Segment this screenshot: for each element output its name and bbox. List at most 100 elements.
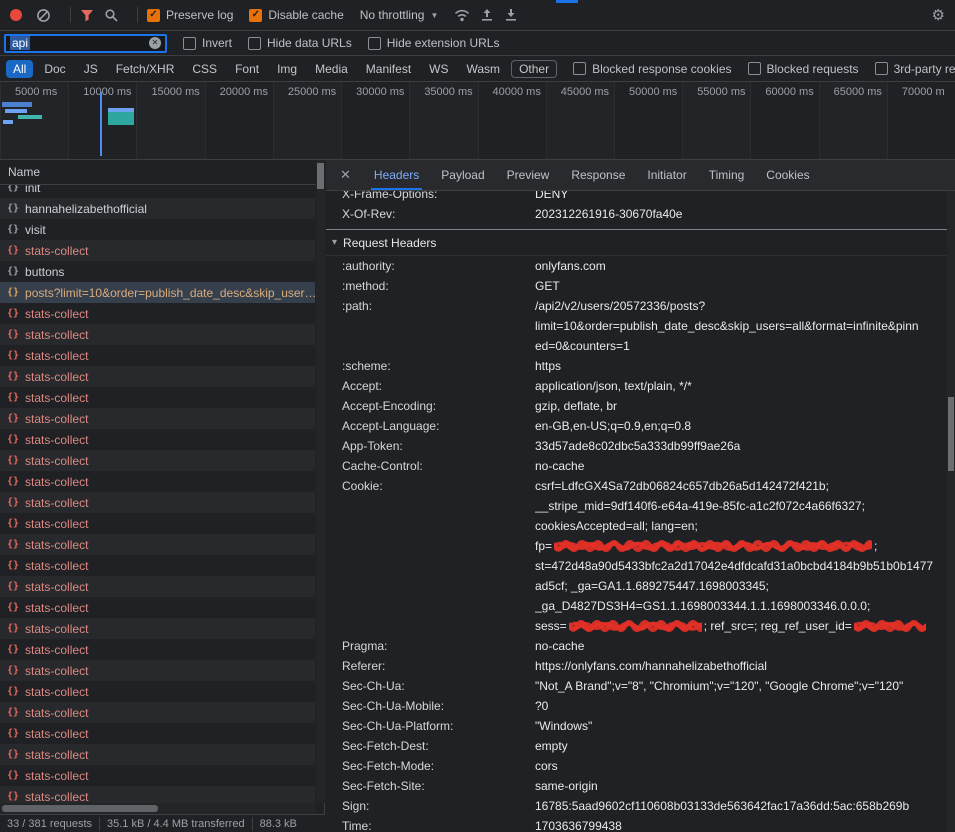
request-row[interactable]: {}buttons bbox=[0, 261, 315, 282]
request-row[interactable]: {}stats-collect bbox=[0, 387, 315, 408]
scrollbar-thumb[interactable] bbox=[948, 397, 954, 471]
request-row[interactable]: {}stats-collect bbox=[0, 765, 315, 786]
filter-chip-font[interactable]: Font bbox=[228, 60, 266, 78]
scrollbar-thumb[interactable] bbox=[317, 163, 324, 189]
settings-gear-icon[interactable]: ⚙ bbox=[932, 6, 945, 24]
header-row: Cache-Control:no-cache bbox=[342, 456, 947, 476]
request-name: stats-collect bbox=[25, 706, 88, 720]
timeline-tick-label: 10000 ms bbox=[83, 86, 131, 98]
filter-chip-fetch-xhr[interactable]: Fetch/XHR bbox=[109, 60, 182, 78]
name-column-label: Name bbox=[8, 165, 40, 179]
request-row[interactable]: {}stats-collect bbox=[0, 723, 315, 744]
clear-network-log-icon[interactable] bbox=[36, 8, 51, 23]
request-row[interactable]: {}stats-collect bbox=[0, 450, 315, 471]
tab-payload[interactable]: Payload bbox=[430, 160, 495, 190]
record-button[interactable] bbox=[10, 9, 22, 21]
status-item: 35.1 kB / 4.4 MB transferred bbox=[99, 817, 252, 831]
request-row[interactable]: {}stats-collect bbox=[0, 681, 315, 702]
request-row[interactable]: {}stats-collect bbox=[0, 240, 315, 261]
export-har-icon[interactable] bbox=[480, 8, 494, 22]
request-row[interactable]: {}stats-collect bbox=[0, 702, 315, 723]
filter-input[interactable]: api ✕ bbox=[4, 34, 167, 53]
request-row[interactable]: {}hannahelizabethofficial bbox=[0, 198, 315, 219]
request-list-horizontal-scrollbar[interactable] bbox=[0, 803, 316, 814]
tab-response[interactable]: Response bbox=[560, 160, 636, 190]
request-name: stats-collect bbox=[25, 769, 88, 783]
tab-initiator[interactable]: Initiator bbox=[636, 160, 697, 190]
filter-chip-wasm[interactable]: Wasm bbox=[460, 60, 508, 78]
general-headers-list: X-Frame-Options:DENYX-Of-Rev:20231226191… bbox=[342, 191, 947, 224]
checkbox-blocked-response-cookies[interactable]: Blocked response cookies bbox=[573, 62, 731, 76]
search-icon[interactable] bbox=[104, 8, 118, 22]
invert-checkbox[interactable]: Invert bbox=[183, 36, 232, 50]
tab-headers[interactable]: Headers bbox=[363, 160, 430, 190]
filter-chip-ws[interactable]: WS bbox=[422, 60, 455, 78]
disable-cache-checkbox[interactable]: ✓ Disable cache bbox=[249, 8, 343, 22]
details-vertical-scrollbar[interactable] bbox=[947, 191, 955, 832]
timeline-tick-label: 50000 ms bbox=[629, 86, 677, 98]
filter-funnel-icon[interactable] bbox=[80, 9, 94, 22]
request-name: stats-collect bbox=[25, 307, 88, 321]
header-value: same-origin bbox=[535, 776, 947, 796]
request-row[interactable]: {}stats-collect bbox=[0, 429, 315, 450]
request-row[interactable]: {}stats-collect bbox=[0, 345, 315, 366]
timeline-tick-label: 30000 ms bbox=[356, 86, 404, 98]
filter-chip-all[interactable]: All bbox=[6, 60, 33, 78]
request-row[interactable]: {}stats-collect bbox=[0, 660, 315, 681]
filter-chip-manifest[interactable]: Manifest bbox=[359, 60, 418, 78]
status-bar: 33 / 381 requests35.1 kB / 4.4 MB transf… bbox=[0, 814, 325, 832]
request-row[interactable]: {}stats-collect bbox=[0, 408, 315, 429]
request-row[interactable]: {}stats-collect bbox=[0, 513, 315, 534]
request-row[interactable]: {}stats-collect bbox=[0, 366, 315, 387]
header-value: /api2/v2/users/20572336/posts?limit=10&o… bbox=[535, 296, 947, 356]
filter-chip-media[interactable]: Media bbox=[308, 60, 355, 78]
preserve-log-checkbox[interactable]: ✓ Preserve log bbox=[147, 8, 233, 22]
filter-chip-other[interactable]: Other bbox=[511, 60, 557, 78]
request-row[interactable]: {}stats-collect bbox=[0, 744, 315, 765]
request-row[interactable]: {}stats-collect bbox=[0, 618, 315, 639]
request-row[interactable]: {}stats-collect bbox=[0, 639, 315, 660]
filter-chip-doc[interactable]: Doc bbox=[37, 60, 72, 78]
throttling-dropdown[interactable]: No throttling ▼ bbox=[360, 8, 439, 22]
timeline-tick-label: 55000 ms bbox=[697, 86, 745, 98]
header-value: 202312261916-30670fa40e bbox=[535, 204, 947, 224]
scrollbar-thumb[interactable] bbox=[2, 805, 158, 812]
json-braces-icon: {} bbox=[7, 539, 19, 550]
filter-chip-css[interactable]: CSS bbox=[185, 60, 224, 78]
header-value: DENY bbox=[535, 191, 947, 204]
network-overview-timeline[interactable]: 5000 ms10000 ms15000 ms20000 ms25000 ms3… bbox=[0, 82, 955, 160]
request-row[interactable]: {}init bbox=[0, 185, 315, 198]
request-row[interactable]: {}visit bbox=[0, 219, 315, 240]
request-row[interactable]: {}posts?limit=10&order=publish_date_desc… bbox=[0, 282, 315, 303]
request-list-vertical-scrollbar[interactable] bbox=[316, 160, 325, 803]
filter-chip-js[interactable]: JS bbox=[77, 60, 105, 78]
tab-cookies[interactable]: Cookies bbox=[755, 160, 820, 190]
tab-timing[interactable]: Timing bbox=[698, 160, 756, 190]
request-row[interactable]: {}stats-collect bbox=[0, 471, 315, 492]
json-braces-icon: {} bbox=[7, 518, 19, 529]
filter-chip-img[interactable]: Img bbox=[270, 60, 304, 78]
request-row[interactable]: {}stats-collect bbox=[0, 555, 315, 576]
request-row[interactable]: {}stats-collect bbox=[0, 597, 315, 618]
request-row[interactable]: {}stats-collect bbox=[0, 324, 315, 345]
close-details-icon[interactable]: ✕ bbox=[340, 167, 351, 183]
hide-extension-urls-checkbox[interactable]: Hide extension URLs bbox=[368, 36, 500, 50]
request-row[interactable]: {}stats-collect bbox=[0, 303, 315, 324]
name-column-header[interactable]: Name bbox=[0, 160, 324, 185]
tab-preview[interactable]: Preview bbox=[496, 160, 561, 190]
checkbox-blocked-requests[interactable]: Blocked requests bbox=[748, 62, 859, 76]
request-row[interactable]: {}stats-collect bbox=[0, 492, 315, 513]
request-row[interactable]: {}stats-collect bbox=[0, 786, 315, 803]
header-value: https://onlyfans.com/hannahelizabethoffi… bbox=[535, 656, 947, 676]
checkbox-3rd-party-requests[interactable]: 3rd-party requests bbox=[875, 62, 955, 76]
import-har-icon[interactable] bbox=[504, 8, 518, 22]
request-headers-section-header[interactable]: ▾ Request Headers bbox=[326, 230, 947, 256]
clear-filter-icon[interactable]: ✕ bbox=[149, 37, 161, 49]
request-row[interactable]: {}stats-collect bbox=[0, 534, 315, 555]
request-row[interactable]: {}stats-collect bbox=[0, 576, 315, 597]
header-name: Sec-Ch-Ua: bbox=[342, 676, 535, 696]
hide-data-urls-checkbox[interactable]: Hide data URLs bbox=[248, 36, 352, 50]
header-name: Referer: bbox=[342, 656, 535, 676]
header-value: csrf=LdfcGX4Sa72db06824c657db26a5d142472… bbox=[535, 476, 947, 636]
network-conditions-icon[interactable] bbox=[454, 8, 470, 22]
